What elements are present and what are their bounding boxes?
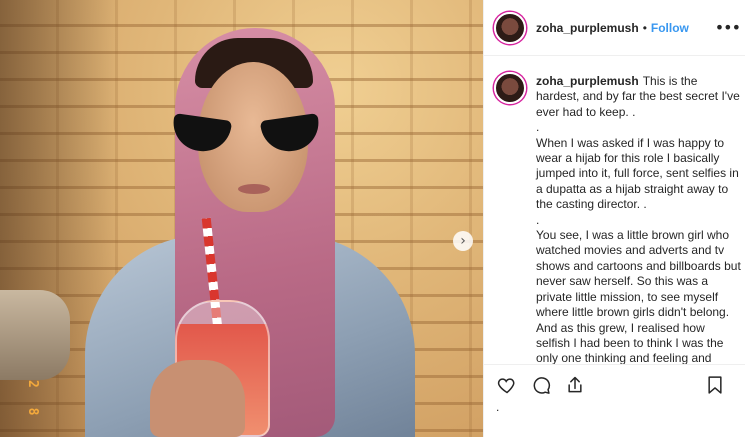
share-icon [568, 376, 582, 392]
comment-icon [533, 376, 551, 394]
post-side-panel: zoha_purplemush • Follow ••• zoha_purple… [483, 0, 745, 437]
follow-button[interactable]: Follow [651, 21, 689, 35]
chevron-right-icon: › [460, 233, 466, 249]
photo-date-stamp: 2 8 [25, 380, 40, 422]
caption-avatar[interactable] [494, 72, 526, 104]
like-button[interactable] [496, 374, 518, 396]
caption-first-line: zoha_purplemush This is the hardest, and … [536, 74, 741, 120]
hand-shape [150, 360, 245, 437]
action-bar [484, 364, 745, 404]
save-button[interactable] [704, 374, 726, 396]
pipe-shape [0, 290, 70, 380]
heart-icon [497, 377, 515, 393]
caption-line-2: When I was asked if I was happy to wear … [536, 135, 739, 212]
caption-line-3: . [536, 212, 540, 227]
more-horizontal-icon[interactable]: ••• [715, 18, 741, 37]
share-button[interactable] [564, 374, 586, 396]
post-header: zoha_purplemush • Follow ••• [484, 0, 745, 56]
header-separator: • [642, 20, 647, 35]
avatar[interactable] [494, 11, 526, 44]
caption-line-1: . [536, 120, 540, 135]
comment-button[interactable] [530, 374, 552, 396]
trailing-dot: . [496, 400, 500, 414]
caption-username[interactable]: zoha_purplemush [536, 74, 639, 88]
caption-section[interactable]: zoha_purplemush This is the hardest, and … [484, 56, 745, 364]
next-photo-button[interactable]: › [453, 231, 473, 251]
header-username[interactable]: zoha_purplemush [536, 21, 639, 35]
lips-shape [238, 184, 270, 194]
post-photo[interactable]: 2 8 › [0, 0, 483, 437]
caption-line-4: You see, I was a little brown girl who w… [536, 228, 741, 364]
caption-text: zoha_purplemush This is the hardest, and … [536, 74, 741, 364]
bookmark-icon [708, 376, 722, 394]
